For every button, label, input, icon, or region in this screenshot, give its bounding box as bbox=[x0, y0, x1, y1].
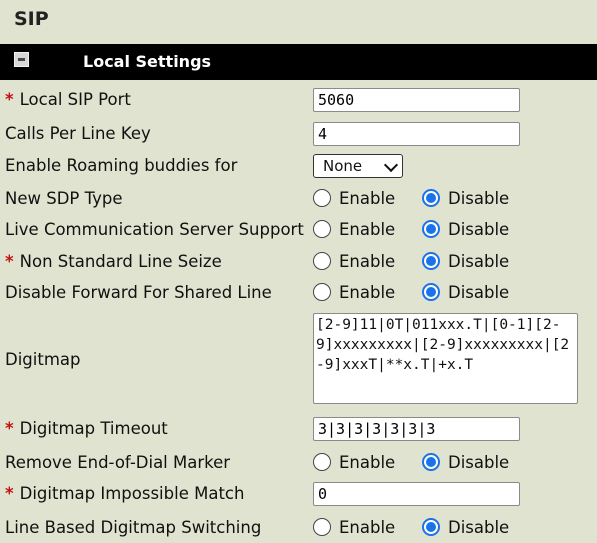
radio-disable-label: Disable bbox=[448, 252, 510, 271]
required-marker: * bbox=[5, 252, 14, 271]
required-marker: * bbox=[5, 484, 14, 503]
calls-per-line-key-label: Calls Per Line Key bbox=[5, 124, 151, 143]
chevron-down-icon bbox=[383, 157, 399, 173]
disable-forward-disable-radio[interactable] bbox=[422, 283, 440, 301]
non-standard-line-seize-disable-radio[interactable] bbox=[422, 252, 440, 270]
digitmap-impossible-match-label: Digitmap Impossible Match bbox=[19, 484, 245, 503]
radio-disable-label: Disable bbox=[448, 453, 510, 472]
radio-disable-label: Disable bbox=[448, 189, 510, 208]
radio-enable-label: Enable bbox=[339, 518, 396, 537]
radio-disable-label: Disable bbox=[448, 283, 510, 302]
new-sdp-type-label: New SDP Type bbox=[5, 189, 123, 208]
row-local-sip-port: * Local SIP Port bbox=[0, 85, 597, 115]
radio-disable-label: Disable bbox=[448, 220, 510, 239]
collapse-icon[interactable] bbox=[14, 52, 29, 67]
required-marker: * bbox=[5, 419, 14, 438]
radio-enable-label: Enable bbox=[339, 220, 396, 239]
row-digitmap-impossible-match: * Digitmap Impossible Match bbox=[0, 479, 597, 509]
row-non-standard-line-seize: * Non Standard Line Seize Enable Disable bbox=[0, 247, 597, 277]
enable-roaming-buddies-select[interactable]: None bbox=[313, 154, 403, 178]
row-remove-end-of-dial-marker: Remove End-of-Dial Marker Enable Disable bbox=[0, 448, 597, 478]
new-sdp-type-enable-radio[interactable] bbox=[313, 189, 331, 207]
line-based-digitmap-switching-label: Line Based Digitmap Switching bbox=[5, 518, 262, 537]
remove-end-of-dial-marker-label: Remove End-of-Dial Marker bbox=[5, 453, 231, 472]
live-comm-server-disable-radio[interactable] bbox=[422, 220, 440, 238]
non-standard-line-seize-enable-radio[interactable] bbox=[313, 252, 331, 270]
line-based-digitmap-disable-radio[interactable] bbox=[422, 518, 440, 536]
row-enable-roaming-buddies: Enable Roaming buddies for None bbox=[0, 151, 597, 181]
required-marker: * bbox=[5, 90, 14, 109]
radio-enable-label: Enable bbox=[339, 189, 396, 208]
non-standard-line-seize-label: Non Standard Line Seize bbox=[19, 252, 222, 271]
radio-enable-label: Enable bbox=[339, 252, 396, 271]
field-label: * Digitmap Impossible Match bbox=[5, 479, 244, 509]
radio-enable-label: Enable bbox=[339, 453, 396, 472]
remove-end-of-dial-enable-radio[interactable] bbox=[313, 453, 331, 471]
radio-enable-label: Enable bbox=[339, 283, 396, 302]
disable-forward-shared-line-label: Disable Forward For Shared Line bbox=[5, 283, 272, 302]
digitmap-label: Digitmap bbox=[5, 350, 81, 369]
live-comm-server-support-label: Live Communication Server Support bbox=[5, 220, 304, 239]
row-live-comm-server-support: Live Communication Server Support Enable… bbox=[0, 215, 597, 245]
select-value: None bbox=[323, 157, 363, 175]
disable-forward-enable-radio[interactable] bbox=[313, 283, 331, 301]
row-new-sdp-type: New SDP Type Enable Disable bbox=[0, 184, 597, 214]
digitmap-timeout-label: Digitmap Timeout bbox=[19, 419, 168, 438]
live-comm-server-enable-radio[interactable] bbox=[313, 220, 331, 238]
calls-per-line-key-input[interactable] bbox=[313, 122, 520, 146]
section-header-local-settings: Local Settings bbox=[0, 44, 597, 80]
remove-end-of-dial-disable-radio[interactable] bbox=[422, 453, 440, 471]
row-line-based-digitmap-switching: Line Based Digitmap Switching Enable Dis… bbox=[0, 513, 597, 543]
field-label: * Non Standard Line Seize bbox=[5, 247, 222, 277]
row-digitmap-timeout: * Digitmap Timeout bbox=[0, 414, 597, 444]
field-label: * Digitmap Timeout bbox=[5, 414, 168, 444]
digitmap-impossible-match-input[interactable] bbox=[313, 482, 520, 506]
local-sip-port-input[interactable] bbox=[313, 88, 520, 112]
row-disable-forward-shared-line: Disable Forward For Shared Line Enable D… bbox=[0, 278, 597, 308]
enable-roaming-buddies-label: Enable Roaming buddies for bbox=[5, 156, 238, 175]
digitmap-timeout-input[interactable] bbox=[313, 417, 520, 441]
section-title: Local Settings bbox=[83, 52, 212, 71]
line-based-digitmap-enable-radio[interactable] bbox=[313, 518, 331, 536]
digitmap-textarea[interactable]: [2-9]11|0T|011xxx.T|[0-1][2-9]xxxxxxxxx|… bbox=[313, 313, 578, 404]
page-title: SIP bbox=[14, 8, 49, 30]
local-sip-port-label: Local SIP Port bbox=[19, 90, 131, 109]
radio-disable-label: Disable bbox=[448, 518, 510, 537]
row-calls-per-line-key: Calls Per Line Key bbox=[0, 119, 597, 149]
field-label: * Local SIP Port bbox=[5, 85, 131, 115]
new-sdp-type-disable-radio[interactable] bbox=[422, 189, 440, 207]
